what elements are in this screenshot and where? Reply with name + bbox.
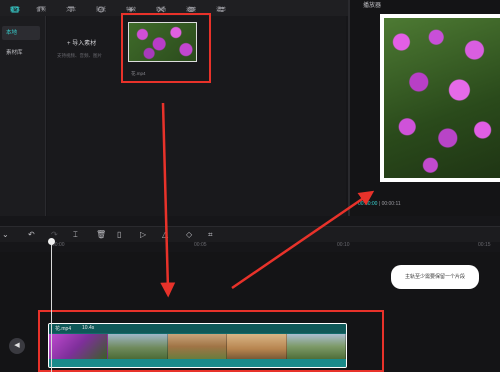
timeline-ruler: 00:00 00:05 00:10 00:15 <box>0 242 500 252</box>
time-total: 00:00:11 <box>381 201 401 207</box>
undo-icon[interactable]: ↶ <box>28 230 35 240</box>
ruler-tick-label: 00:05 <box>194 242 207 248</box>
delete-icon[interactable]: 🗑 <box>96 230 106 240</box>
media-thumbnail[interactable] <box>128 22 197 62</box>
freeze-icon[interactable]: ▯ <box>117 230 121 240</box>
import-button[interactable]: + 导入素材 <box>67 38 96 47</box>
nav-item-label: 本地 <box>6 30 18 36</box>
play-icon[interactable]: ▷ <box>140 230 146 240</box>
nav-item-label: 素材库 <box>6 50 23 56</box>
time-current: 00:00:00 <box>358 201 378 207</box>
timeline-toolbar: ⌄ ↶ ↷ ⌶ 🗑 ▯ ▷ △ ◇ ⌗ <box>0 226 500 242</box>
rotate-icon[interactable]: ◇ <box>186 230 192 240</box>
playhead[interactable] <box>51 240 52 372</box>
crop-icon[interactable]: ⌗ <box>208 230 213 240</box>
sticker-icon <box>86 0 116 13</box>
tab-sticker-label: 贴纸 <box>95 7 106 13</box>
preview-video-frame <box>384 18 500 178</box>
audio-icon <box>26 0 56 11</box>
main-track-tooltip: 主轨至少需要保留一个片段 <box>391 265 479 289</box>
player-title: 播放器 <box>363 3 382 9</box>
import-label: 导入素材 <box>72 41 97 47</box>
player-preview[interactable] <box>380 14 500 182</box>
tab-text-label: 文本 <box>65 7 76 13</box>
track-audio-toggle[interactable]: ◀ <box>9 338 25 354</box>
tab-text[interactable]: 文本 <box>56 0 86 16</box>
tab-sticker[interactable]: 贴纸 <box>86 0 116 16</box>
select-tool-icon[interactable]: ⌄ <box>2 230 9 240</box>
effects-icon <box>116 0 146 13</box>
tab-audio[interactable]: 音频 <box>26 0 56 16</box>
import-hint: 支持视频、音频、图片 <box>57 53 102 58</box>
nav-item-library[interactable]: 素材库 <box>2 46 40 60</box>
nav-item-local[interactable]: 本地 <box>2 26 40 40</box>
annotation-track-highlight <box>38 310 384 372</box>
tab-audio-label: 音频 <box>35 7 46 13</box>
ruler-tick-label: 00:15 <box>478 242 491 248</box>
speaker-icon: ◀ <box>14 342 20 349</box>
transition-icon <box>146 0 176 13</box>
ruler-tick-label: 00:10 <box>337 242 350 248</box>
split-icon[interactable]: ⌶ <box>73 230 78 240</box>
filter-icon <box>176 0 206 12</box>
left-nav: 本地 素材库 <box>0 16 46 216</box>
text-icon <box>56 0 86 12</box>
player-timecode: 00:00:00 | 00:00:11 <box>358 201 401 207</box>
playhead-handle[interactable] <box>48 238 55 245</box>
media-item-card[interactable]: 花.mp4 <box>121 13 211 83</box>
adjust-icon <box>206 0 236 12</box>
media-file-name: 花.mp4 <box>131 71 146 76</box>
player-panel: 播放器 00:00:00 | 00:00:11 <box>348 0 500 216</box>
mirror-icon[interactable]: △ <box>162 230 168 240</box>
